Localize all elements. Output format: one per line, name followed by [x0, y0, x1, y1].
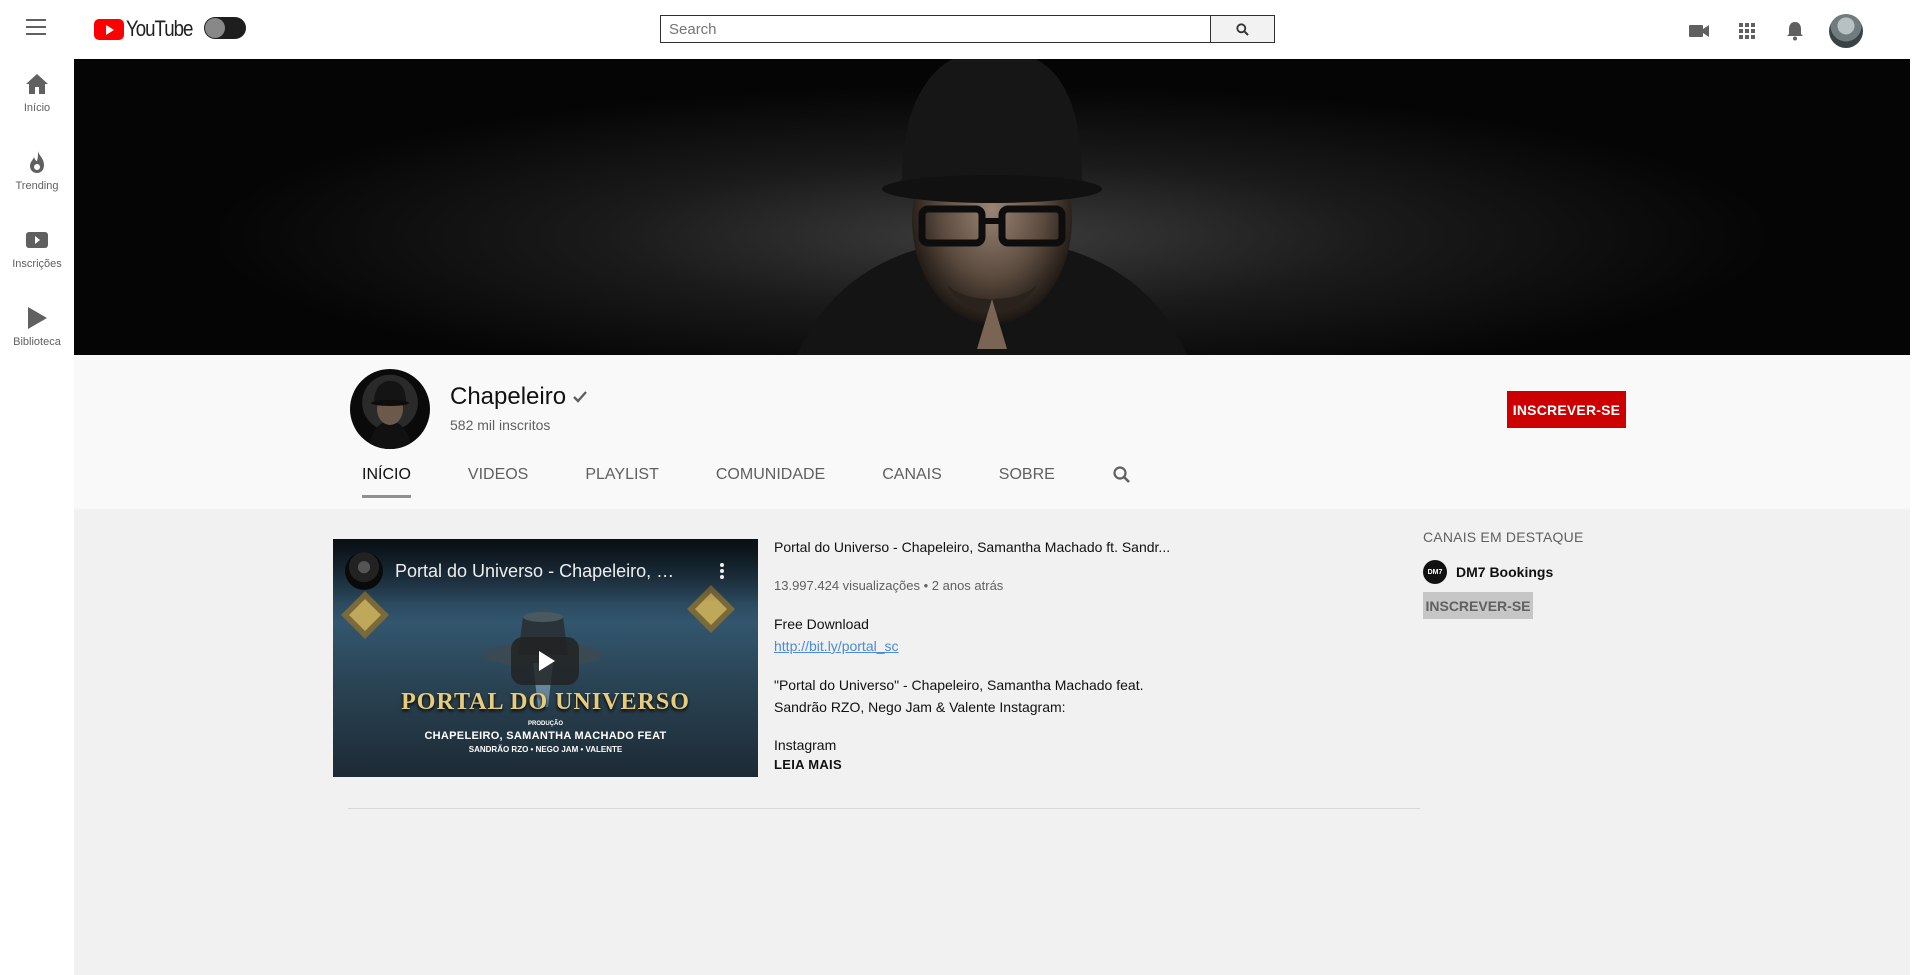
tab-inicio[interactable]: INÍCIO [362, 466, 411, 498]
play-button-icon[interactable] [511, 637, 579, 685]
sidebar-item-biblioteca[interactable]: Biblioteca [0, 306, 74, 348]
description-line: Instagram [774, 737, 837, 753]
featured-channel-item[interactable]: DM7 DM7 Bookings [1423, 560, 1583, 584]
video-metadata: 13.997.424 visualizações • 2 anos atrás [774, 578, 1004, 593]
video-description: Free Download http://bit.ly/portal_sc [774, 613, 899, 657]
channel-tabs: INÍCIO VIDEOS PLAYLIST COMUNIDADE CANAIS… [362, 466, 1132, 498]
channel-avatar[interactable] [350, 369, 430, 449]
flame-icon [25, 150, 49, 174]
featured-channel-name[interactable]: DM7 Bookings [1456, 564, 1553, 580]
page-scrollbar[interactable] [1910, 0, 1917, 975]
sidebar-item-label: Trending [15, 180, 59, 192]
search-bar [660, 15, 1275, 43]
player-title-bar: Portal do Universo - Chapeleiro, Sa... [333, 539, 758, 603]
bell-icon[interactable] [1783, 19, 1807, 43]
featured-channel-logo: DM7 [1423, 560, 1447, 584]
logo-text: YouTube [126, 16, 193, 41]
read-more-link[interactable]: LEIA MAIS [774, 757, 842, 772]
library-play-icon [25, 306, 49, 330]
video-title[interactable]: Portal do Universo - Chapeleiro, Samanth… [774, 539, 1170, 555]
channel-banner [74, 59, 1910, 355]
sidebar-item-label: Inscrições [12, 258, 62, 270]
thumbnail-credits: CHAPELEIRO, SAMANTHA MACHADO FEAT [424, 730, 667, 742]
player-video-title[interactable]: Portal do Universo - Chapeleiro, Sa... [395, 561, 685, 582]
search-icon [1236, 22, 1249, 36]
channel-page: Chapeleiro 582 mil inscritos INSCREVER-S… [74, 59, 1910, 975]
search-input[interactable] [660, 15, 1210, 43]
hamburger-menu-icon[interactable] [26, 19, 46, 37]
section-divider [348, 808, 1420, 809]
top-bar: YouTube [0, 0, 1917, 59]
youtube-logo[interactable]: YouTube [94, 16, 204, 41]
video-camera-icon[interactable] [1687, 19, 1711, 43]
sidebar-item-inscricoes[interactable]: Inscrições [0, 228, 74, 270]
apps-grid-icon[interactable] [1735, 19, 1759, 43]
left-navigation: Início Trending Inscrições Biblioteca [0, 59, 74, 975]
channel-name[interactable]: Chapeleiro [450, 383, 566, 411]
tab-canais[interactable]: CANAIS [882, 466, 942, 498]
featured-channels-title: CANAIS EM DESTAQUE [1423, 529, 1584, 545]
description-link[interactable]: http://bit.ly/portal_sc [774, 635, 899, 657]
channel-title-row: Chapeleiro [450, 383, 588, 411]
description-line: "Portal do Universo" - Chapeleiro, Saman… [774, 677, 1144, 693]
tab-playlist[interactable]: PLAYLIST [585, 466, 659, 498]
tab-comunidade[interactable]: COMUNIDADE [716, 466, 825, 498]
verified-check-icon [573, 391, 587, 403]
description-line: Sandrão RZO, Nego Jam & Valente Instagra… [774, 699, 1066, 715]
home-icon [25, 72, 49, 96]
tab-sobre[interactable]: SOBRE [999, 466, 1055, 498]
channel-search-icon[interactable] [1112, 465, 1132, 485]
subscriptions-icon [25, 228, 49, 252]
sidebar-item-label: Biblioteca [13, 336, 61, 348]
subscribe-button[interactable]: INSCREVER-SE [1507, 391, 1626, 428]
channel-header: Chapeleiro 582 mil inscritos INSCREVER-S… [74, 355, 1910, 509]
featured-channels: CANAIS EM DESTAQUE DM7 DM7 Bookings INSC… [1423, 529, 1583, 619]
header-actions [1663, 14, 1863, 48]
player-channel-avatar[interactable] [345, 552, 383, 590]
search-button[interactable] [1210, 15, 1275, 43]
thumbnail-production-label: PRODUÇÃO [527, 721, 563, 727]
channel-avatar-image [368, 381, 412, 449]
thumbnail-credits-line-2: SANDRÃO RZO • NEGO JAM • VALENTE [468, 745, 623, 754]
sidebar-item-inicio[interactable]: Início [0, 72, 74, 114]
sidebar-item-label: Início [23, 102, 51, 114]
dark-mode-toggle[interactable] [204, 17, 246, 39]
sidebar-item-trending[interactable]: Trending [0, 150, 74, 192]
youtube-play-logo-icon [94, 18, 124, 40]
avatar[interactable] [1829, 14, 1863, 48]
more-options-icon[interactable] [720, 563, 724, 579]
subscriber-count: 582 mil inscritos [450, 417, 551, 433]
tab-videos[interactable]: VIDEOS [468, 466, 528, 498]
thumbnail-logo-text: PORTAL DO UNIVERSO [401, 689, 690, 715]
description-line: Free Download [774, 616, 869, 632]
banner-artist-image [797, 59, 1187, 355]
featured-subscribe-button[interactable]: INSCREVER-SE [1423, 592, 1533, 619]
featured-video-player[interactable]: Portal do Universo - Chapeleiro, Sa... P… [333, 539, 758, 777]
video-description-paragraph: "Portal do Universo" - Chapeleiro, Saman… [774, 674, 1143, 718]
